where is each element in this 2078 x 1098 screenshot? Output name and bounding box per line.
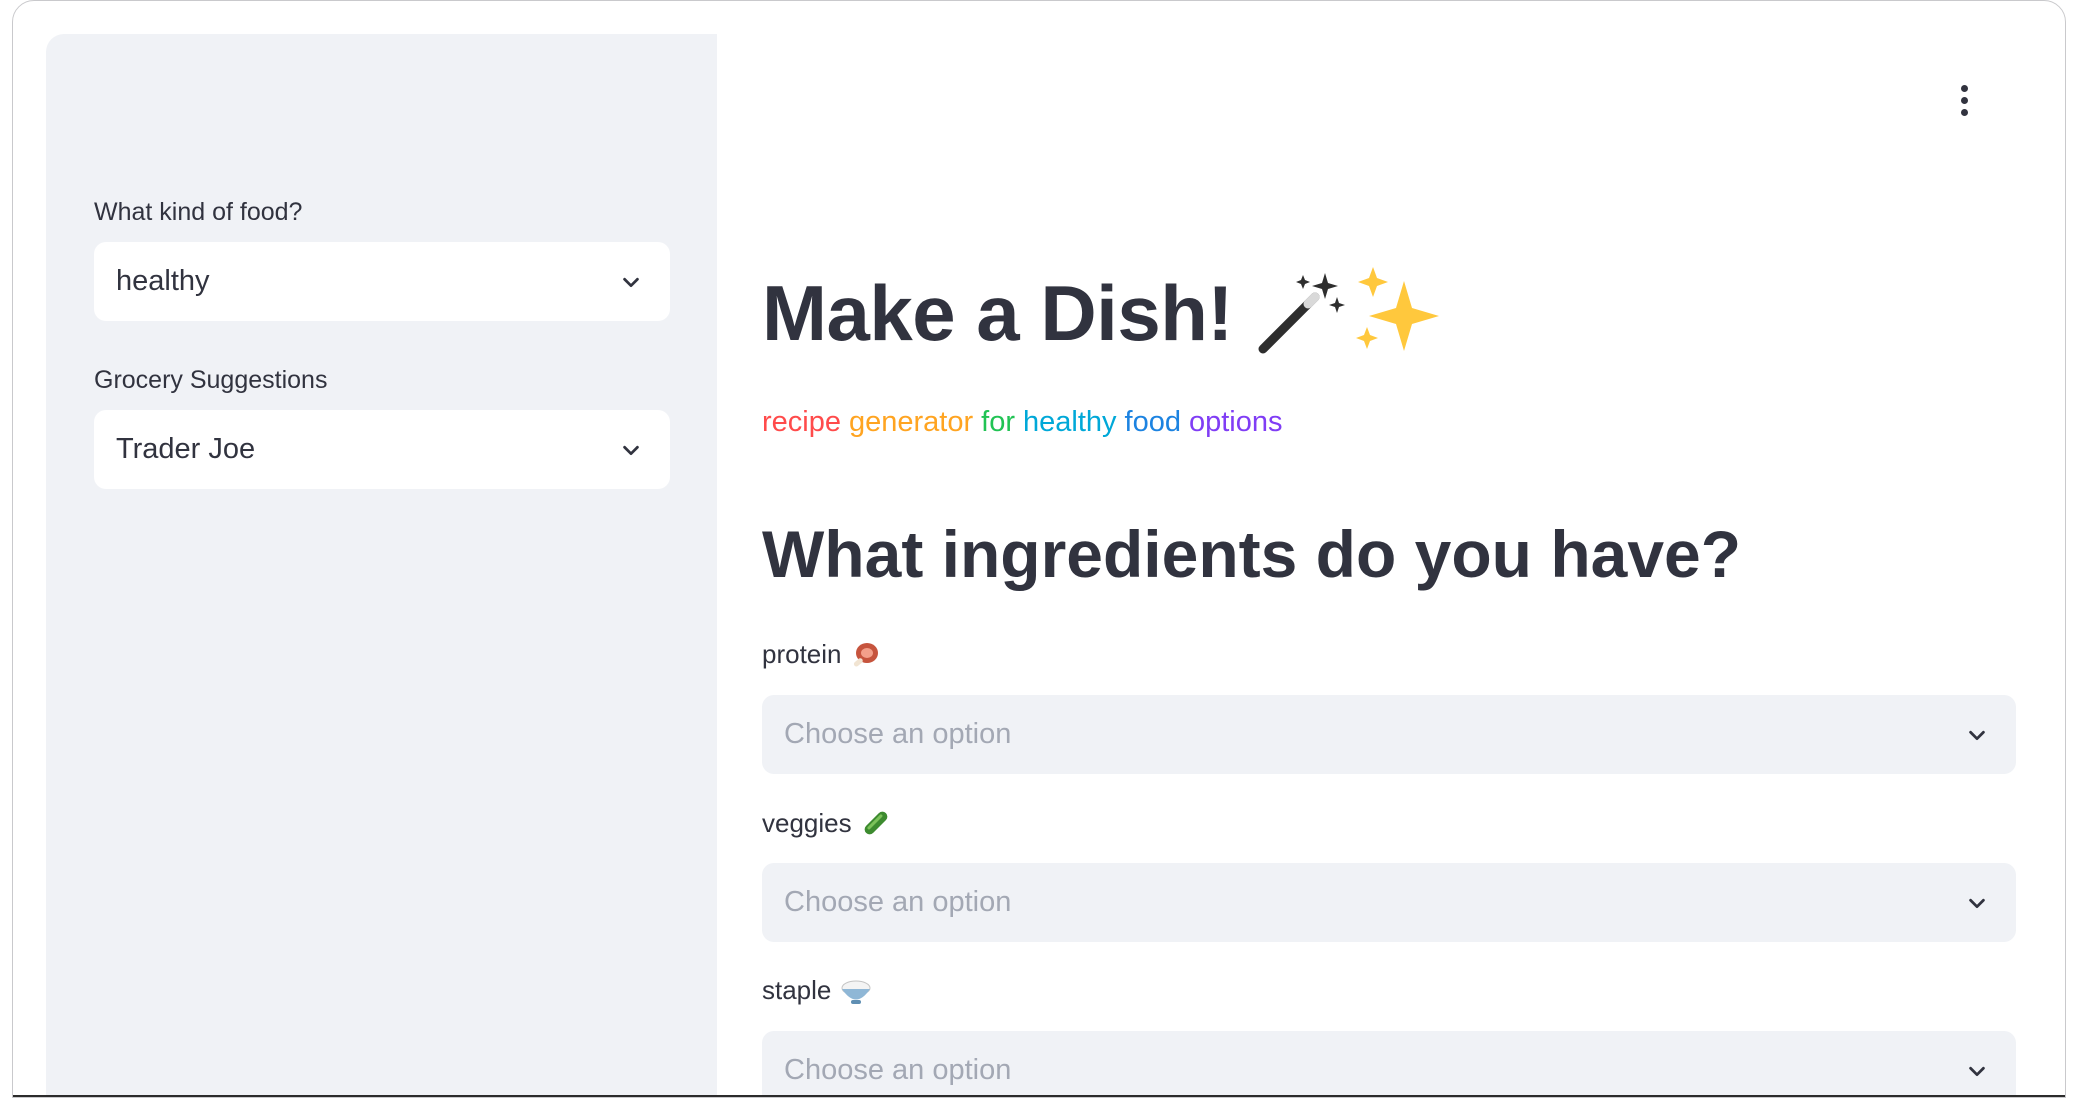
staple-placeholder: Choose an option bbox=[784, 1054, 1012, 1086]
page-title: Make a Dish! bbox=[762, 263, 1449, 363]
staple-label-text: staple bbox=[762, 975, 832, 1005]
window-bottom-edge bbox=[13, 1095, 2065, 1097]
food-kind-value: healthy bbox=[116, 265, 210, 297]
staple-label: staple bbox=[762, 975, 873, 1006]
subtitle-word: food bbox=[1124, 406, 1181, 438]
veggies-select[interactable]: Choose an option bbox=[762, 863, 2016, 942]
vertical-ellipsis-icon bbox=[1960, 84, 1968, 92]
sparkles-icon bbox=[1355, 267, 1439, 351]
food-kind-label: What kind of food? bbox=[94, 198, 303, 226]
veggies-label-text: veggies bbox=[762, 807, 852, 838]
grocery-label: Grocery Suggestions bbox=[94, 366, 328, 394]
chevron-down-icon bbox=[623, 277, 639, 287]
veggies-label: veggies bbox=[762, 807, 892, 839]
grocery-value: Trader Joe bbox=[116, 433, 256, 465]
subtitle-word: generator bbox=[849, 406, 974, 438]
protein-placeholder: Choose an option bbox=[784, 718, 1012, 750]
staple-select[interactable]: Choose an option bbox=[762, 1031, 2016, 1097]
magic-wand-icon bbox=[1258, 273, 1345, 354]
subtitle-word: healthy bbox=[1023, 406, 1117, 438]
ingredients-heading: What ingredients do you have? bbox=[762, 517, 1742, 591]
subtitle-word: for bbox=[981, 406, 1015, 438]
sidebar: What kind of food? healthy Grocery Sugge… bbox=[46, 34, 717, 1097]
subtitle-word: recipe bbox=[762, 406, 841, 438]
grocery-select[interactable]: Trader Joe bbox=[94, 410, 670, 489]
app-window: What kind of food? healthy Grocery Sugge… bbox=[12, 0, 2066, 1098]
chevron-down-icon bbox=[1969, 1066, 1985, 1076]
food-kind-select[interactable]: healthy bbox=[94, 242, 670, 321]
subtitle: recipe generator for healthy food options bbox=[762, 406, 1290, 439]
protein-select[interactable]: Choose an option bbox=[762, 695, 2016, 774]
main-menu-button[interactable] bbox=[1951, 77, 1977, 123]
meat-icon bbox=[853, 642, 878, 666]
subtitle-word: options bbox=[1188, 406, 1283, 438]
protein-label-text: protein bbox=[762, 639, 842, 669]
protein-label: protein bbox=[762, 639, 880, 670]
chevron-down-icon bbox=[1969, 730, 1985, 740]
chevron-down-icon bbox=[1969, 898, 1985, 908]
page-title-text: Make a Dish! bbox=[762, 268, 1233, 357]
cucumber-icon bbox=[864, 811, 887, 835]
rice-bowl-icon bbox=[841, 980, 871, 1004]
chevron-down-icon bbox=[623, 445, 639, 455]
veggies-placeholder: Choose an option bbox=[784, 886, 1012, 918]
